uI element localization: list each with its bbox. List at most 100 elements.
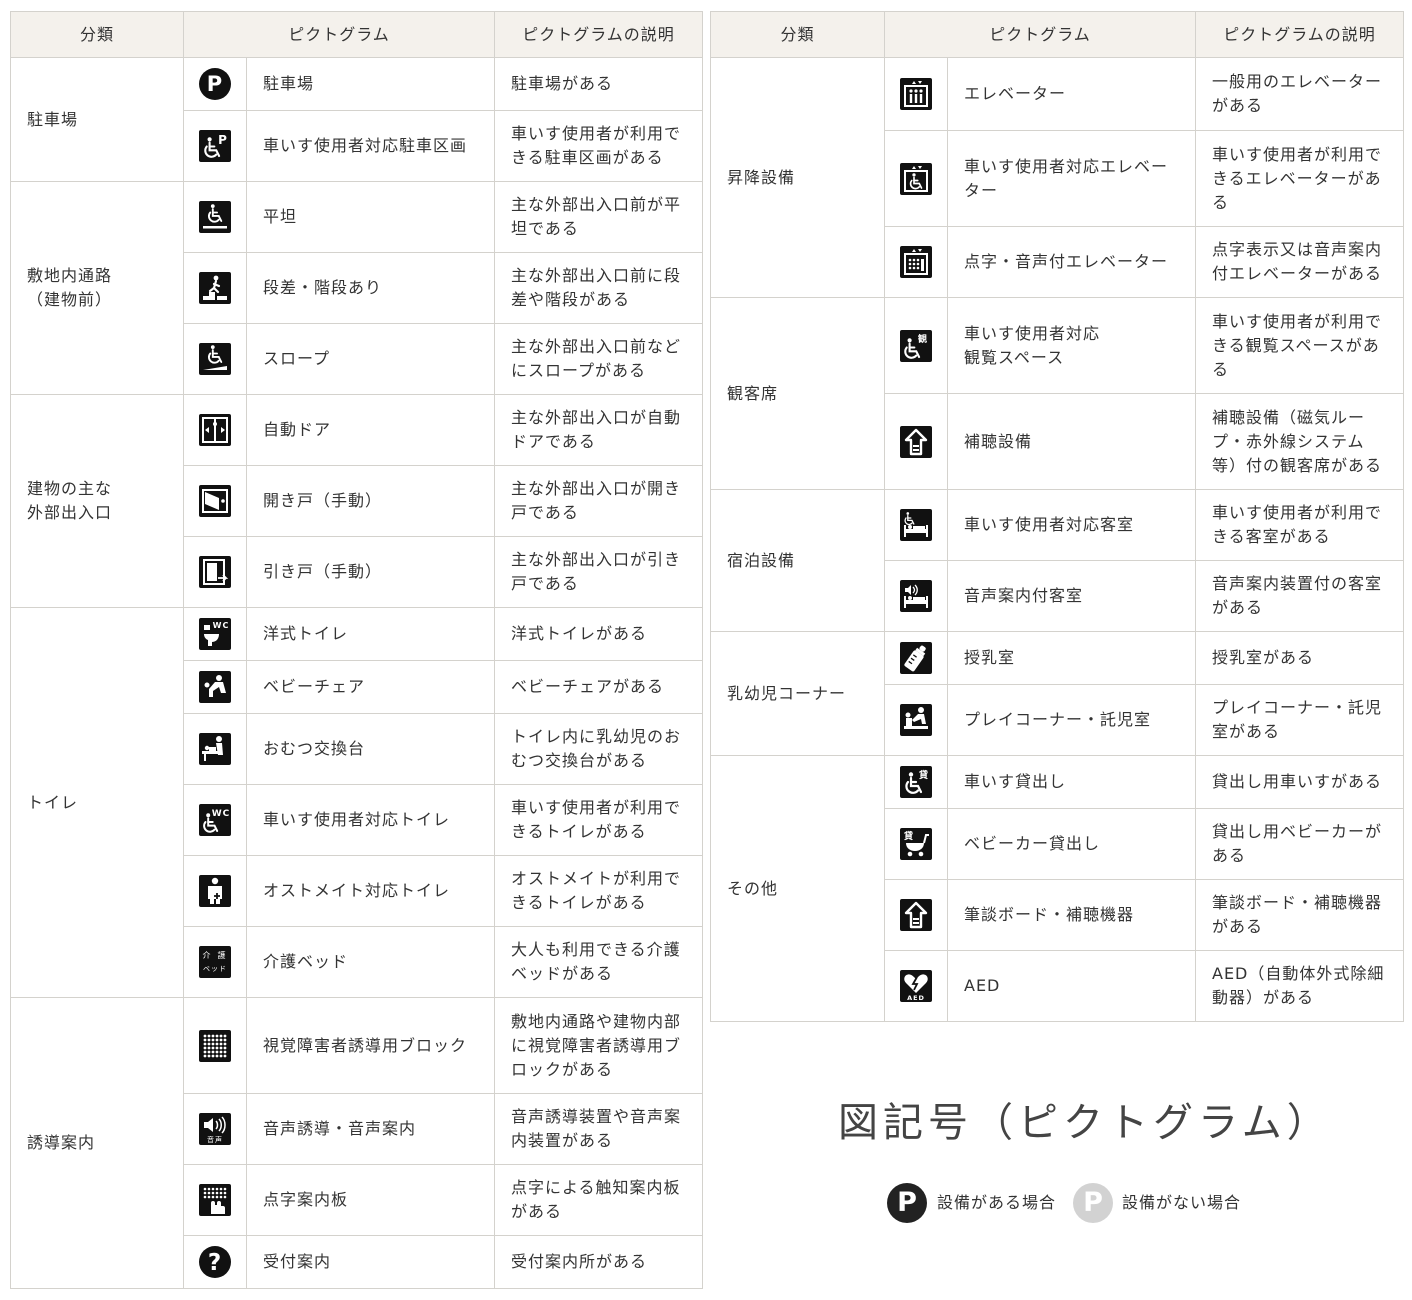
pictogram-description: 車いす使用者が利用できるエレベーターがある bbox=[1195, 130, 1404, 227]
pictogram-table-left: 分類 ピクトグラム ピクトグラムの説明 駐車場 P 駐車場 駐車場がある P 車いす使用者… bbox=[10, 11, 703, 1289]
header-pictogram: ピクトグラム bbox=[183, 11, 495, 58]
hearing-assistance-icon bbox=[900, 425, 932, 458]
svg-text:P: P bbox=[207, 72, 223, 96]
pictogram-cell bbox=[183, 181, 247, 253]
baby-chair-icon bbox=[199, 671, 231, 703]
diaper-changing-icon bbox=[199, 733, 231, 765]
pictogram-description: 主な外部出入口が引き戸である bbox=[494, 536, 703, 608]
pictogram-cell: 貸 bbox=[884, 808, 948, 880]
pictogram-cell bbox=[884, 393, 948, 490]
pictogram-cell bbox=[884, 489, 948, 561]
pictogram-description: 大人も利用できる介護ベッドがある bbox=[494, 926, 703, 998]
legend-absent-badge-icon: P bbox=[1073, 1183, 1113, 1223]
pictogram-name: ベビーチェア bbox=[246, 660, 495, 714]
svg-text:?: ? bbox=[208, 1250, 222, 1276]
svg-text:貸: 貸 bbox=[904, 830, 914, 842]
audio-guide-icon: 音声 bbox=[199, 1113, 231, 1145]
category-cell: トイレ bbox=[10, 607, 184, 998]
pictogram-cell bbox=[183, 855, 247, 927]
pictogram-name: 音声案内付客室 bbox=[947, 560, 1196, 632]
category-cell: 観客席 bbox=[710, 297, 885, 490]
automatic-door-icon bbox=[199, 414, 231, 446]
header-pictogram: ピクトグラム bbox=[884, 11, 1196, 58]
pictogram-name: 介護ベッド bbox=[246, 926, 495, 998]
writing-board-icon bbox=[900, 899, 932, 931]
table-row: 乳幼児コーナー 授乳室 授乳室がある bbox=[710, 631, 1404, 756]
slope-icon bbox=[199, 343, 231, 375]
pictogram-name: スロープ bbox=[246, 323, 495, 395]
pictogram-description: 敷地内通路や建物内部に視覚障害者誘導用ブロックがある bbox=[494, 997, 703, 1094]
svg-text:護: 護 bbox=[218, 950, 227, 960]
pictogram-cell bbox=[884, 879, 948, 951]
pictogram-name: 引き戸（手動） bbox=[246, 536, 495, 608]
pictogram-cell bbox=[183, 252, 247, 324]
pictogram-cell: 貸 bbox=[884, 755, 948, 809]
care-bed-icon: 介護ベッド bbox=[199, 946, 231, 978]
pictogram-description: 音声誘導装置や音声案内装置がある bbox=[494, 1093, 703, 1165]
information-icon: ? bbox=[199, 1246, 231, 1278]
pictogram-cell: 介護ベッド bbox=[183, 926, 247, 998]
nursing-room-icon bbox=[900, 642, 932, 674]
pictogram-name: 授乳室 bbox=[947, 631, 1196, 685]
header-description: ピクトグラムの説明 bbox=[1195, 11, 1404, 58]
play-corner-icon bbox=[900, 704, 932, 736]
legend-present-label: 設備がある場合 bbox=[937, 1193, 1057, 1212]
pictogram-name: 車いす使用者対応トイレ bbox=[246, 784, 495, 856]
pictogram-description: 受付案内所がある bbox=[494, 1235, 703, 1289]
braille-board-icon bbox=[199, 1184, 231, 1216]
pictogram-description: 主な外部出入口前に段差や階段がある bbox=[494, 252, 703, 324]
header-category: 分類 bbox=[710, 11, 885, 58]
pictogram-cell bbox=[884, 130, 948, 227]
pictogram-cell: P bbox=[183, 110, 247, 182]
pictogram-description: 主な外部出入口が自動ドアである bbox=[494, 394, 703, 466]
accessible-seating-icon: 観 bbox=[900, 329, 932, 362]
pictogram-name: AED bbox=[947, 950, 1196, 1022]
pictogram-name: ベビーカー貸出し bbox=[947, 808, 1196, 880]
table-header-row: 分類 ピクトグラム ピクトグラムの説明 bbox=[710, 11, 1404, 58]
accessible-elevator-icon bbox=[900, 162, 932, 195]
header-category: 分類 bbox=[10, 11, 184, 58]
svg-text:WC: WC bbox=[213, 621, 230, 630]
svg-text:P: P bbox=[218, 133, 228, 147]
table-row: 観客席 観 車いす使用者対応 観覧スペース 車いす使用者が利用できる観覧スペースがある bbox=[710, 297, 1404, 490]
pictogram-description: プレイコーナー・託児室がある bbox=[1195, 684, 1404, 756]
category-cell: 宿泊設備 bbox=[710, 489, 885, 632]
pictogram-description: 車いす使用者が利用できるトイレがある bbox=[494, 784, 703, 856]
category-cell: 昇降設備 bbox=[710, 57, 885, 298]
tactile-block-icon bbox=[199, 1029, 231, 1062]
table-row: トイレ WC 洋式トイレ 洋式トイレがある bbox=[10, 607, 703, 998]
category-cell: その他 bbox=[710, 755, 885, 1022]
legend-present-badge-icon: P bbox=[887, 1183, 927, 1223]
svg-text:介: 介 bbox=[203, 951, 212, 960]
svg-text:観: 観 bbox=[918, 333, 928, 345]
svg-text:ベッド: ベッド bbox=[203, 965, 227, 973]
pictogram-description: トイレ内に乳幼児のおむつ交換台がある bbox=[494, 713, 703, 785]
pictogram-name: 車いす使用者対応駐車区画 bbox=[246, 110, 495, 182]
pictogram-cell: WC bbox=[183, 784, 247, 856]
table-row: 敷地内通路 （建物前） 平坦 主な外部出入口前が平坦である bbox=[10, 181, 703, 395]
pictogram-name: 音声誘導・音声案内 bbox=[246, 1093, 495, 1165]
svg-text:WC: WC bbox=[212, 809, 231, 819]
category-cell: 駐車場 bbox=[10, 57, 184, 182]
category-cell: 誘導案内 bbox=[10, 997, 184, 1289]
pictogram-cell bbox=[183, 660, 247, 714]
pictogram-description: 音声案内装置付の客室がある bbox=[1195, 560, 1404, 632]
pictogram-name: 車いす使用者対応エレベーター bbox=[947, 130, 1196, 227]
pictogram-name: 車いす貸出し bbox=[947, 755, 1196, 809]
pictogram-description: 点字表示又は音声案内付エレベーターがある bbox=[1195, 226, 1404, 298]
pictogram-cell bbox=[884, 560, 948, 632]
pictogram-description: 駐車場がある bbox=[494, 57, 703, 111]
pictogram-description: 車いす使用者が利用できる客室がある bbox=[1195, 489, 1404, 561]
aed-icon: AED bbox=[900, 970, 932, 1002]
table-header-row: 分類 ピクトグラム ピクトグラムの説明 bbox=[10, 11, 703, 58]
accessible-toilet-icon: WC bbox=[199, 804, 231, 836]
pictogram-name: 受付案内 bbox=[246, 1235, 495, 1289]
table-row: 駐車場 P 駐車場 駐車場がある bbox=[10, 57, 703, 182]
accessible-room-icon bbox=[900, 509, 932, 541]
table-row: その他 貸 車いす貸出し 貸出し用車いすがある bbox=[710, 755, 1404, 1022]
caption: 図記号（ピクトグラム） bbox=[838, 1100, 1332, 1146]
steps-icon bbox=[199, 272, 231, 304]
pictogram-name: 筆談ボード・補聴機器 bbox=[947, 879, 1196, 951]
pictogram-description: 主な外部出入口が開き戸である bbox=[494, 465, 703, 537]
pictogram-cell bbox=[183, 997, 247, 1094]
